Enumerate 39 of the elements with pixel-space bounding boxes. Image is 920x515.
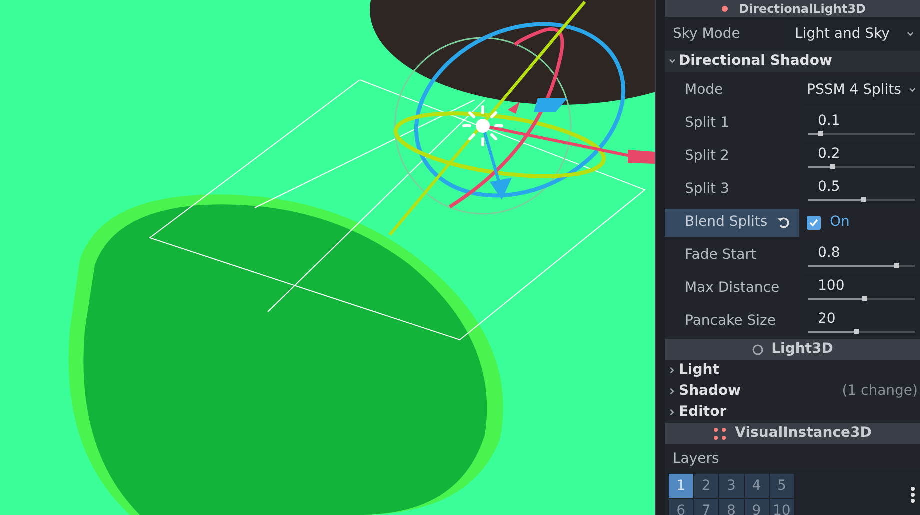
property-label: Pancake Size [684,312,777,331]
chevron-icon [669,388,676,395]
property-label: Mode [684,81,724,100]
property-label: Sky Mode [672,24,742,44]
chevron-icon [909,87,916,94]
property-label: Max Distance [684,279,781,298]
layer-toggle[interactable]: 7 [694,499,718,515]
property-label: Layers [672,450,720,469]
chevron-icon [907,30,914,38]
property-label: Blend Splits [665,208,799,236]
property-label: Fade Start [684,246,758,265]
checkbox[interactable] [807,216,821,230]
group-header[interactable]: Light [665,360,920,381]
layer-toggle[interactable]: 5 [770,474,794,498]
dots-icon [713,426,728,440]
property-label: Split 1 [684,114,730,133]
layer-toggle[interactable]: 6 [669,499,694,515]
revert-icon[interactable] [777,216,791,230]
layer-toggle[interactable]: 8 [719,499,744,515]
layer-toggle[interactable]: 10 [770,499,794,515]
chevron-icon [669,409,676,416]
more-icon[interactable] [910,486,916,504]
section-header[interactable]: Directional Shadow [665,51,920,72]
chevron-icon [669,58,676,65]
check-icon [809,218,819,228]
property-label: Split 3 [684,180,730,199]
layer-toggle[interactable]: 4 [744,474,769,498]
group-header[interactable]: Editor [665,402,920,423]
property-label: Split 2 [684,147,730,166]
layer-toggle[interactable]: 9 [744,499,769,515]
class-header: VisualInstance3D [665,423,920,444]
circle-icon [752,344,764,356]
layer-toggle[interactable]: 3 [719,474,744,498]
class-header: Light3D [665,339,920,360]
layer-toggle[interactable]: 2 [694,474,718,498]
class-header: DirectionalLight3D [665,0,920,17]
group-header[interactable]: Shadow (1 change) [665,381,920,402]
chevron-icon [669,367,676,374]
blend-checkbox[interactable]: On [803,208,920,238]
